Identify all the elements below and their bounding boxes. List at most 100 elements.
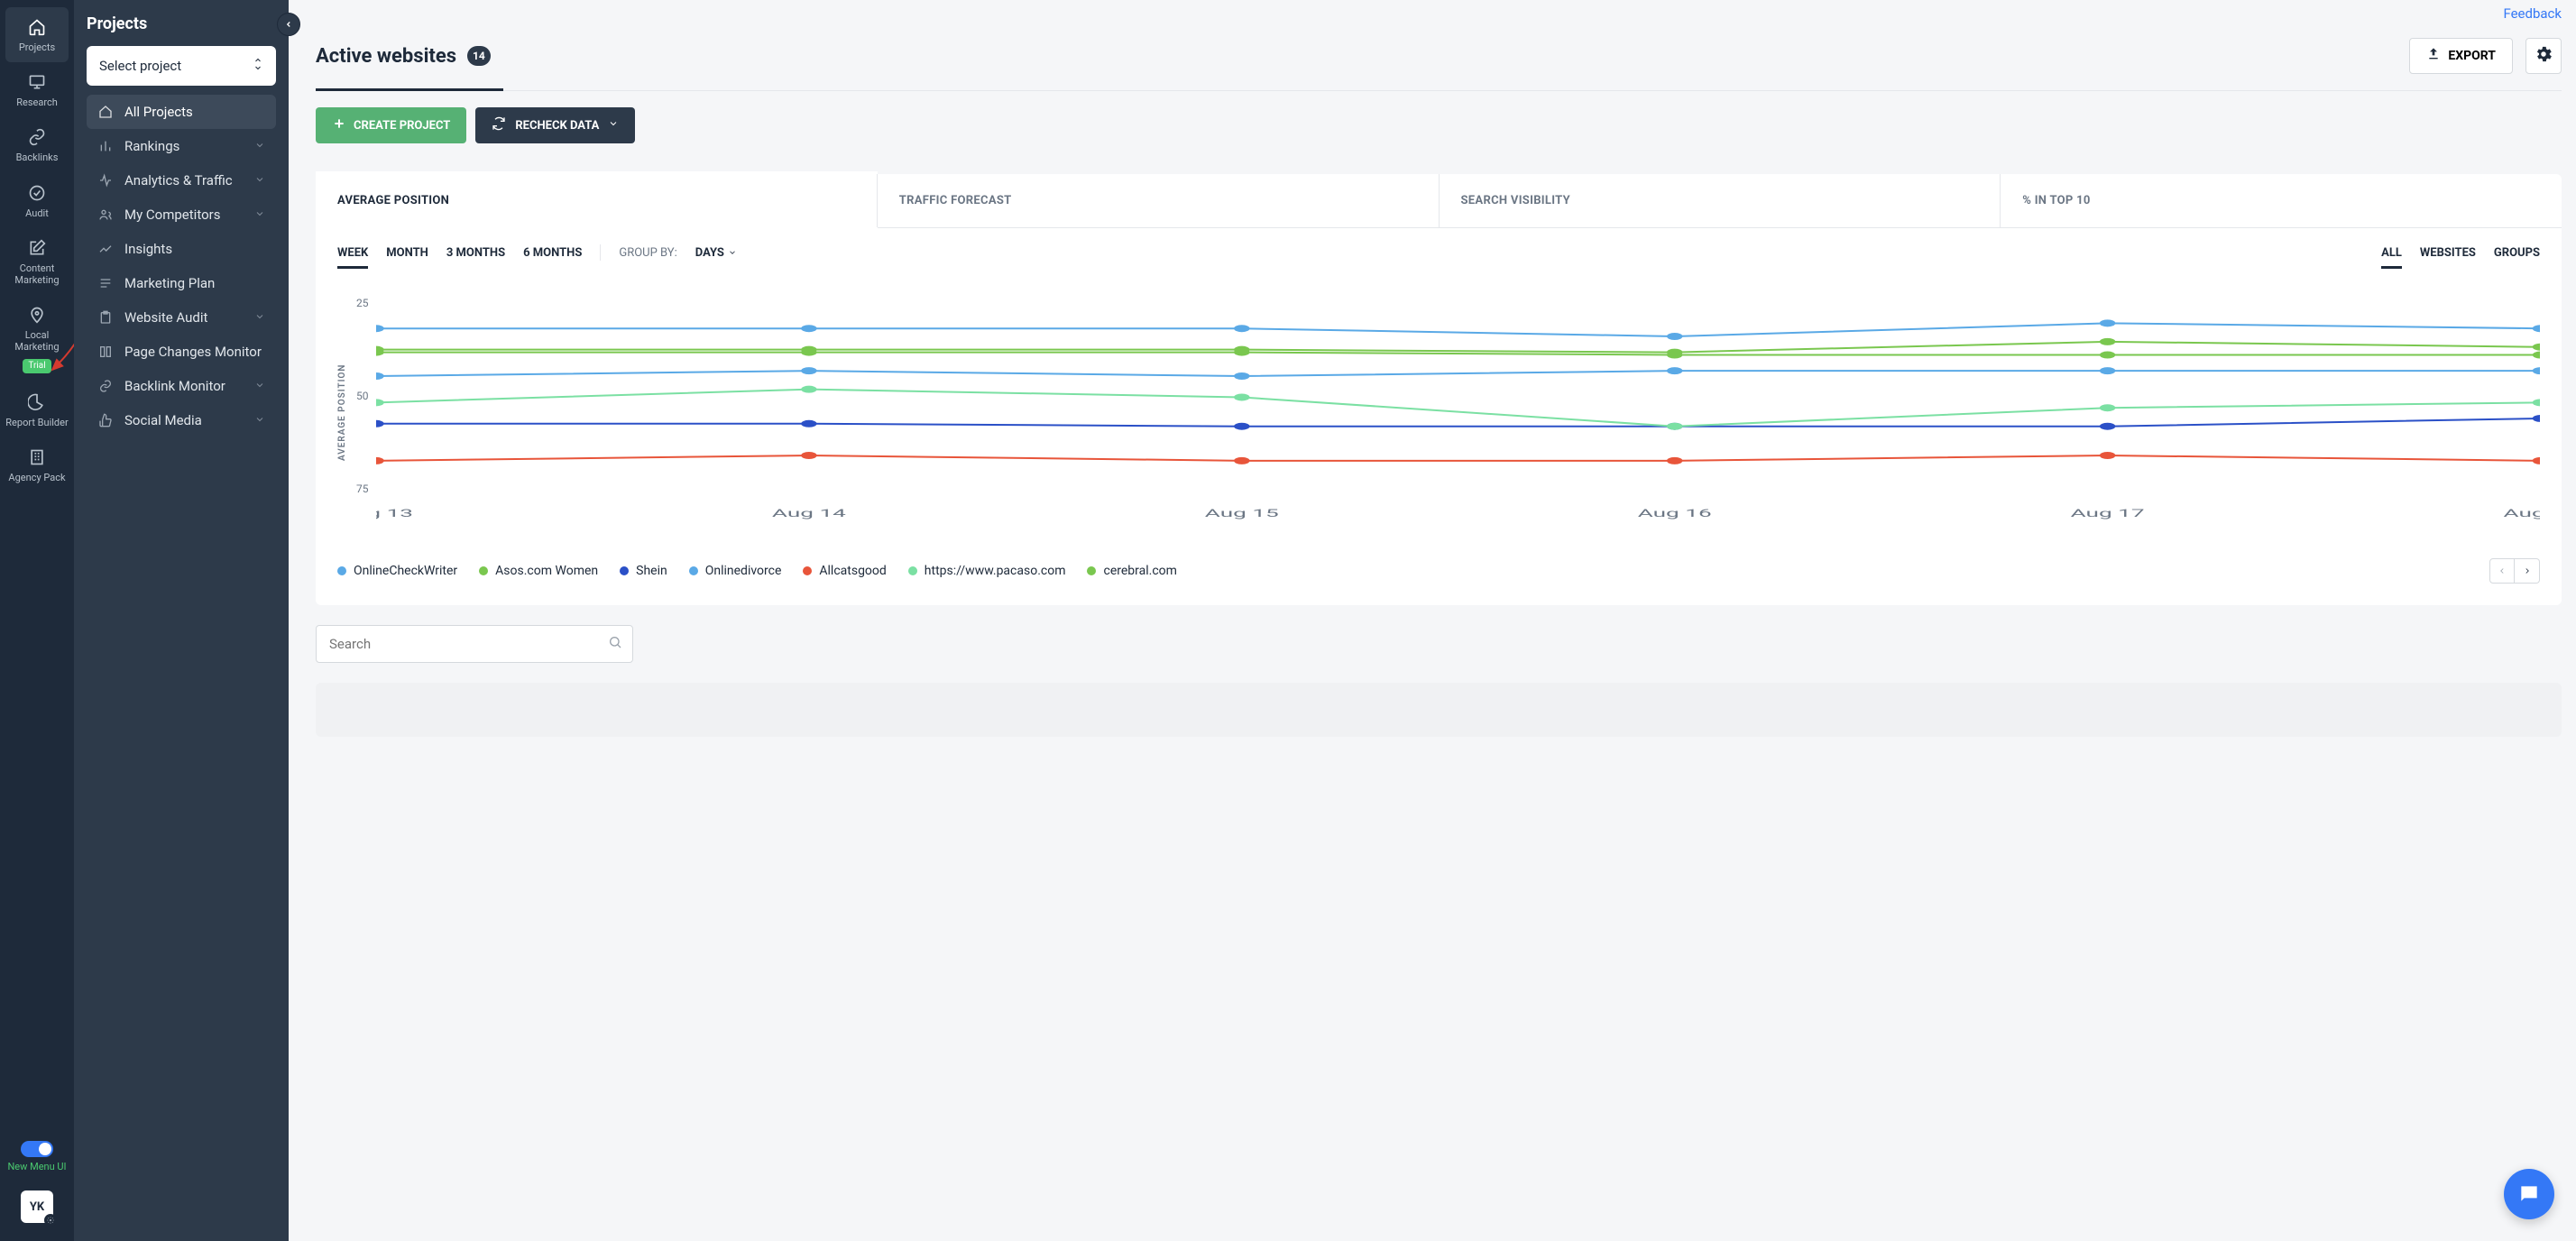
select-chevrons-icon xyxy=(253,57,263,75)
nav-research[interactable]: Research xyxy=(0,62,74,117)
nav-content-marketing[interactable]: Content Marketing xyxy=(0,228,74,295)
pin-icon xyxy=(26,304,48,326)
activity-icon xyxy=(97,172,114,188)
chart-legend: OnlineCheckWriter Asos.com Women Shein Onli… xyxy=(316,542,2562,605)
sidebar-item-analytics[interactable]: Analytics & Traffic xyxy=(87,163,276,198)
settings-button[interactable] xyxy=(2525,38,2562,74)
chart-plot: Aug 13Aug 14Aug 15Aug 16Aug 17Aug 18 xyxy=(376,297,2541,528)
legend-item[interactable]: cerebral.com xyxy=(1087,564,1176,578)
group-by-select[interactable]: DAYS xyxy=(695,246,737,260)
filter-all[interactable]: ALL xyxy=(2381,246,2402,260)
pager-next[interactable] xyxy=(2515,558,2540,584)
svg-text:Aug 14: Aug 14 xyxy=(771,507,845,519)
tab-avg-position[interactable]: AVERAGE POSITION xyxy=(316,174,878,227)
sidebar-item-label: Backlink Monitor xyxy=(124,378,225,394)
filter-groups[interactable]: GROUPS xyxy=(2494,246,2540,260)
sidebar-item-label: Insights xyxy=(124,241,172,257)
nav-backlinks[interactable]: Backlinks xyxy=(0,117,74,172)
sidebar-item-page-changes[interactable]: Page Changes Monitor xyxy=(87,335,276,369)
svg-text:Aug 17: Aug 17 xyxy=(2070,507,2144,519)
legend-item[interactable]: OnlineCheckWriter xyxy=(337,564,457,578)
chevron-down-icon xyxy=(254,172,265,188)
main-content: Feedback Active websites 14 EXPORT CREAT… xyxy=(289,0,2576,1241)
legend-item[interactable]: Shein xyxy=(620,564,667,578)
search-input[interactable] xyxy=(316,625,633,663)
create-project-button[interactable]: CREATE PROJECT xyxy=(316,107,466,143)
y-ticks: 255075 xyxy=(347,297,376,495)
chat-fab[interactable] xyxy=(2504,1169,2554,1219)
title-underline xyxy=(316,90,2562,91)
legend-dot xyxy=(689,566,698,575)
chat-icon xyxy=(2517,1182,2541,1206)
sidebar-item-marketing-plan[interactable]: Marketing Plan xyxy=(87,266,276,300)
search-box xyxy=(316,625,633,663)
tab-search-visibility[interactable]: SEARCH VISIBILITY xyxy=(1440,174,2001,227)
nav-backlinks-label: Backlinks xyxy=(16,152,59,163)
refresh-icon xyxy=(492,116,506,134)
chevron-down-icon xyxy=(254,378,265,394)
nav-projects[interactable]: Projects xyxy=(5,7,69,62)
sidebar-item-website-audit[interactable]: Website Audit xyxy=(87,300,276,335)
separator xyxy=(600,244,601,261)
nav-agency-pack-label: Agency Pack xyxy=(8,472,65,483)
legend-item[interactable]: Asos.com Women xyxy=(479,564,598,578)
range-week[interactable]: WEEK xyxy=(337,246,368,260)
home-icon xyxy=(97,104,114,120)
pie-chart-icon xyxy=(26,391,48,413)
sidebar: Projects Select project All Projects Ran… xyxy=(74,0,289,1241)
new-menu-toggle[interactable] xyxy=(21,1141,53,1157)
range-3m[interactable]: 3 MONTHS xyxy=(446,246,505,260)
export-button[interactable]: EXPORT xyxy=(2409,38,2513,74)
nav-local-marketing-label: Local Marketing xyxy=(4,329,70,353)
sidebar-item-social-media[interactable]: Social Media xyxy=(87,403,276,437)
nav-audit[interactable]: Audit xyxy=(0,173,74,228)
sidebar-item-insights[interactable]: Insights xyxy=(87,232,276,266)
nav-report-builder-label: Report Builder xyxy=(5,417,68,428)
range-month[interactable]: MONTH xyxy=(386,246,428,260)
tab-pct-top10[interactable]: % IN TOP 10 xyxy=(2001,174,2562,227)
recheck-data-button[interactable]: RECHECK DATA xyxy=(475,107,635,143)
bars-icon xyxy=(97,138,114,154)
sidebar-item-backlink-monitor[interactable]: Backlink Monitor xyxy=(87,369,276,403)
building-icon xyxy=(26,446,48,468)
export-label: EXPORT xyxy=(2448,49,2496,63)
gear-icon xyxy=(2534,44,2553,68)
sidebar-item-label: All Projects xyxy=(124,104,193,120)
action-row: CREATE PROJECT RECHECK DATA xyxy=(316,107,2562,143)
sidebar-item-competitors[interactable]: My Competitors xyxy=(87,198,276,232)
nav-projects-label: Projects xyxy=(19,41,55,53)
avatar[interactable]: YK xyxy=(21,1190,53,1223)
legend-item[interactable]: Allcatsgood xyxy=(803,564,886,578)
pager-prev[interactable] xyxy=(2489,558,2515,584)
count-badge: 14 xyxy=(467,46,491,66)
legend-item[interactable]: Onlinedivorce xyxy=(689,564,782,578)
chevron-down-icon xyxy=(254,309,265,326)
range-6m[interactable]: 6 MONTHS xyxy=(523,246,582,260)
project-select-label: Select project xyxy=(99,58,181,74)
gear-icon xyxy=(44,1214,57,1227)
topbar: Active websites 14 EXPORT xyxy=(316,0,2562,74)
nav-local-marketing[interactable]: Local Marketing Trial xyxy=(0,295,74,381)
chart-controls: WEEK MONTH 3 MONTHS 6 MONTHS GROUP BY: D… xyxy=(316,228,2562,261)
sidebar-item-label: Website Audit xyxy=(124,309,207,326)
nav-report-builder[interactable]: Report Builder xyxy=(0,382,74,437)
legend-dot xyxy=(908,566,917,575)
sidebar-item-label: Page Changes Monitor xyxy=(124,344,262,360)
tab-traffic-forecast[interactable]: TRAFFIC FORECAST xyxy=(878,174,1440,227)
create-project-label: CREATE PROJECT xyxy=(354,119,450,133)
nav-agency-pack[interactable]: Agency Pack xyxy=(0,437,74,492)
nav-audit-label: Audit xyxy=(25,207,49,219)
sidebar-item-rankings[interactable]: Rankings xyxy=(87,129,276,163)
sidebar-collapse[interactable] xyxy=(277,13,300,36)
chart-card: AVERAGE POSITION TRAFFIC FORECAST SEARCH… xyxy=(316,174,2562,605)
filter-websites[interactable]: WEBSITES xyxy=(2420,246,2476,260)
page-title-wrap: Active websites 14 xyxy=(316,45,491,68)
sidebar-item-label: My Competitors xyxy=(124,207,220,223)
legend-label: OnlineCheckWriter xyxy=(354,564,457,578)
legend-dot xyxy=(620,566,629,575)
feedback-link[interactable]: Feedback xyxy=(2503,5,2562,22)
sidebar-item-all-projects[interactable]: All Projects xyxy=(87,95,276,129)
sidebar-item-label: Social Media xyxy=(124,412,202,428)
legend-item[interactable]: https://www.pacaso.com xyxy=(908,564,1066,578)
project-select[interactable]: Select project xyxy=(87,46,276,86)
